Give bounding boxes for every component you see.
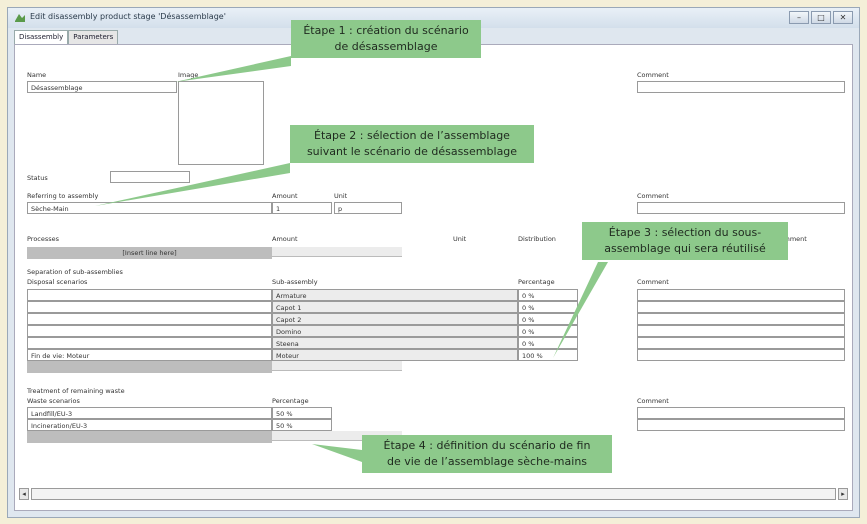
callout-step-3: Étape 3 : sélection du sous- assemblage … <box>582 222 788 260</box>
waste-comment-label: Comment <box>637 397 669 405</box>
maximize-button[interactable]: □ <box>811 11 831 24</box>
waste-comment-cell[interactable] <box>637 407 845 419</box>
status-label: Status <box>27 174 48 182</box>
percentage-cell[interactable]: 0 % <box>518 301 578 313</box>
waste-scenario-cell[interactable]: Landfill/EU-3 <box>27 407 272 419</box>
percentage-label: Percentage <box>518 278 555 286</box>
callout-step-4-line-2: de vie de l’assemblage sèche-mains <box>386 455 588 468</box>
disposal-label: Disposal scenarios <box>27 278 88 286</box>
callout-step-4-line-1: Étape 4 : définition du scénario de fin <box>383 439 591 452</box>
assembly-field[interactable]: Sèche-Main <box>27 202 272 214</box>
callout-step-2-line-1: Étape 2 : sélection de l’assemblage <box>314 129 510 142</box>
image-label: Image <box>178 71 199 79</box>
disposal-cell[interactable] <box>27 337 272 349</box>
scroll-right-arrow[interactable]: ▸ <box>838 488 848 500</box>
disposal-cell[interactable]: Fin de vie: Moteur <box>27 349 272 361</box>
callout-step-1: Étape 1 : création du scénario de désass… <box>291 20 481 58</box>
insert-line-button[interactable]: [Insert line here] <box>27 247 272 259</box>
waste-label: Waste scenarios <box>27 397 80 405</box>
callout-step-4: Étape 4 : définition du scénario de fin … <box>362 435 612 473</box>
horizontal-scrollbar[interactable] <box>31 488 836 500</box>
percentage-cell[interactable]: 0 % <box>518 325 578 337</box>
waste-percentage-cell[interactable]: 50 % <box>272 407 332 419</box>
comment-label: Comment <box>637 71 669 79</box>
waste-percentage-label: Percentage <box>272 397 309 405</box>
percentage-cell[interactable]: 0 % <box>518 337 578 349</box>
process-amount-cell[interactable] <box>272 247 402 257</box>
percentage-cell[interactable]: 0 % <box>518 289 578 301</box>
callout-step-1-line-1: Étape 1 : création du scénario <box>303 24 469 37</box>
unit-field[interactable]: p <box>334 202 402 214</box>
assembly-comment-label: Comment <box>637 192 669 200</box>
separation-header: Separation of sub-assemblies <box>27 268 123 276</box>
assembly-comment-field[interactable] <box>637 202 845 214</box>
subassembly-cell[interactable]: Capot 1 <box>272 301 518 313</box>
amount-label: Amount <box>272 192 298 200</box>
subassembly-label: Sub-assembly <box>272 278 318 286</box>
percentage-cell[interactable]: 0 % <box>518 313 578 325</box>
subassembly-cell[interactable]: Capot 2 <box>272 313 518 325</box>
separation-comment-cell[interactable] <box>637 313 845 325</box>
unit-label: Unit <box>334 192 348 200</box>
subassembly-cell[interactable]: Moteur <box>272 349 518 361</box>
callout-step-2-line-2: suivant le scénario de désassemblage <box>306 145 518 158</box>
processes-label: Processes <box>27 235 60 243</box>
app-icon <box>15 14 25 22</box>
tab-parameters[interactable]: Parameters <box>68 30 119 44</box>
waste-insert-bar[interactable] <box>27 431 272 443</box>
treatment-header: Treatment of remaining waste <box>27 387 125 395</box>
subassembly-insert-cell[interactable] <box>272 361 402 371</box>
percentage-cell[interactable]: 100 % <box>518 349 578 361</box>
waste-percentage-cell[interactable]: 50 % <box>272 419 332 431</box>
separation-comment-cell[interactable] <box>637 337 845 349</box>
close-button[interactable]: ✕ <box>833 11 853 24</box>
comment-field[interactable] <box>637 81 845 93</box>
distribution-label: Distribution <box>518 235 556 243</box>
separation-comment-cell[interactable] <box>637 289 845 301</box>
separation-comment-cell[interactable] <box>637 325 845 337</box>
separation-comment-cell[interactable] <box>637 301 845 313</box>
subassembly-cell[interactable]: Armature <box>272 289 518 301</box>
amount-field[interactable]: 1 <box>272 202 332 214</box>
disposal-cell[interactable] <box>27 325 272 337</box>
separation-comment-cell[interactable] <box>637 349 845 361</box>
name-label: Name <box>27 71 47 79</box>
process-unit-label: Unit <box>453 235 467 243</box>
disposal-cell[interactable] <box>27 313 272 325</box>
name-field[interactable]: Désassemblage <box>27 81 177 93</box>
referring-label: Referring to assembly <box>27 192 99 200</box>
scroll-left-arrow[interactable]: ◂ <box>19 488 29 500</box>
callout-step-3-line-2: assemblage qui sera réutilisé <box>604 242 766 255</box>
status-field[interactable] <box>110 171 190 183</box>
window-title: Edit disassembly product stage 'Désassem… <box>30 12 226 21</box>
minimize-button[interactable]: – <box>789 11 809 24</box>
subassembly-cell[interactable]: Steena <box>272 337 518 349</box>
disposal-cell[interactable] <box>27 289 272 301</box>
callout-step-3-line-1: Étape 3 : sélection du sous- <box>608 226 762 239</box>
callout-step-1-line-2: de désassemblage <box>334 40 438 53</box>
separation-comment-label: Comment <box>637 278 669 286</box>
disposal-cell[interactable] <box>27 301 272 313</box>
process-amount-label: Amount <box>272 235 298 243</box>
callout-step-2: Étape 2 : sélection de l’assemblage suiv… <box>290 125 534 163</box>
tab-disassembly[interactable]: Disassembly <box>14 30 69 45</box>
disposal-insert-bar[interactable] <box>27 361 272 373</box>
image-box[interactable] <box>178 81 264 165</box>
waste-scenario-cell[interactable]: Incineration/EU-3 <box>27 419 272 431</box>
waste-comment-cell[interactable] <box>637 419 845 431</box>
subassembly-cell[interactable]: Domino <box>272 325 518 337</box>
